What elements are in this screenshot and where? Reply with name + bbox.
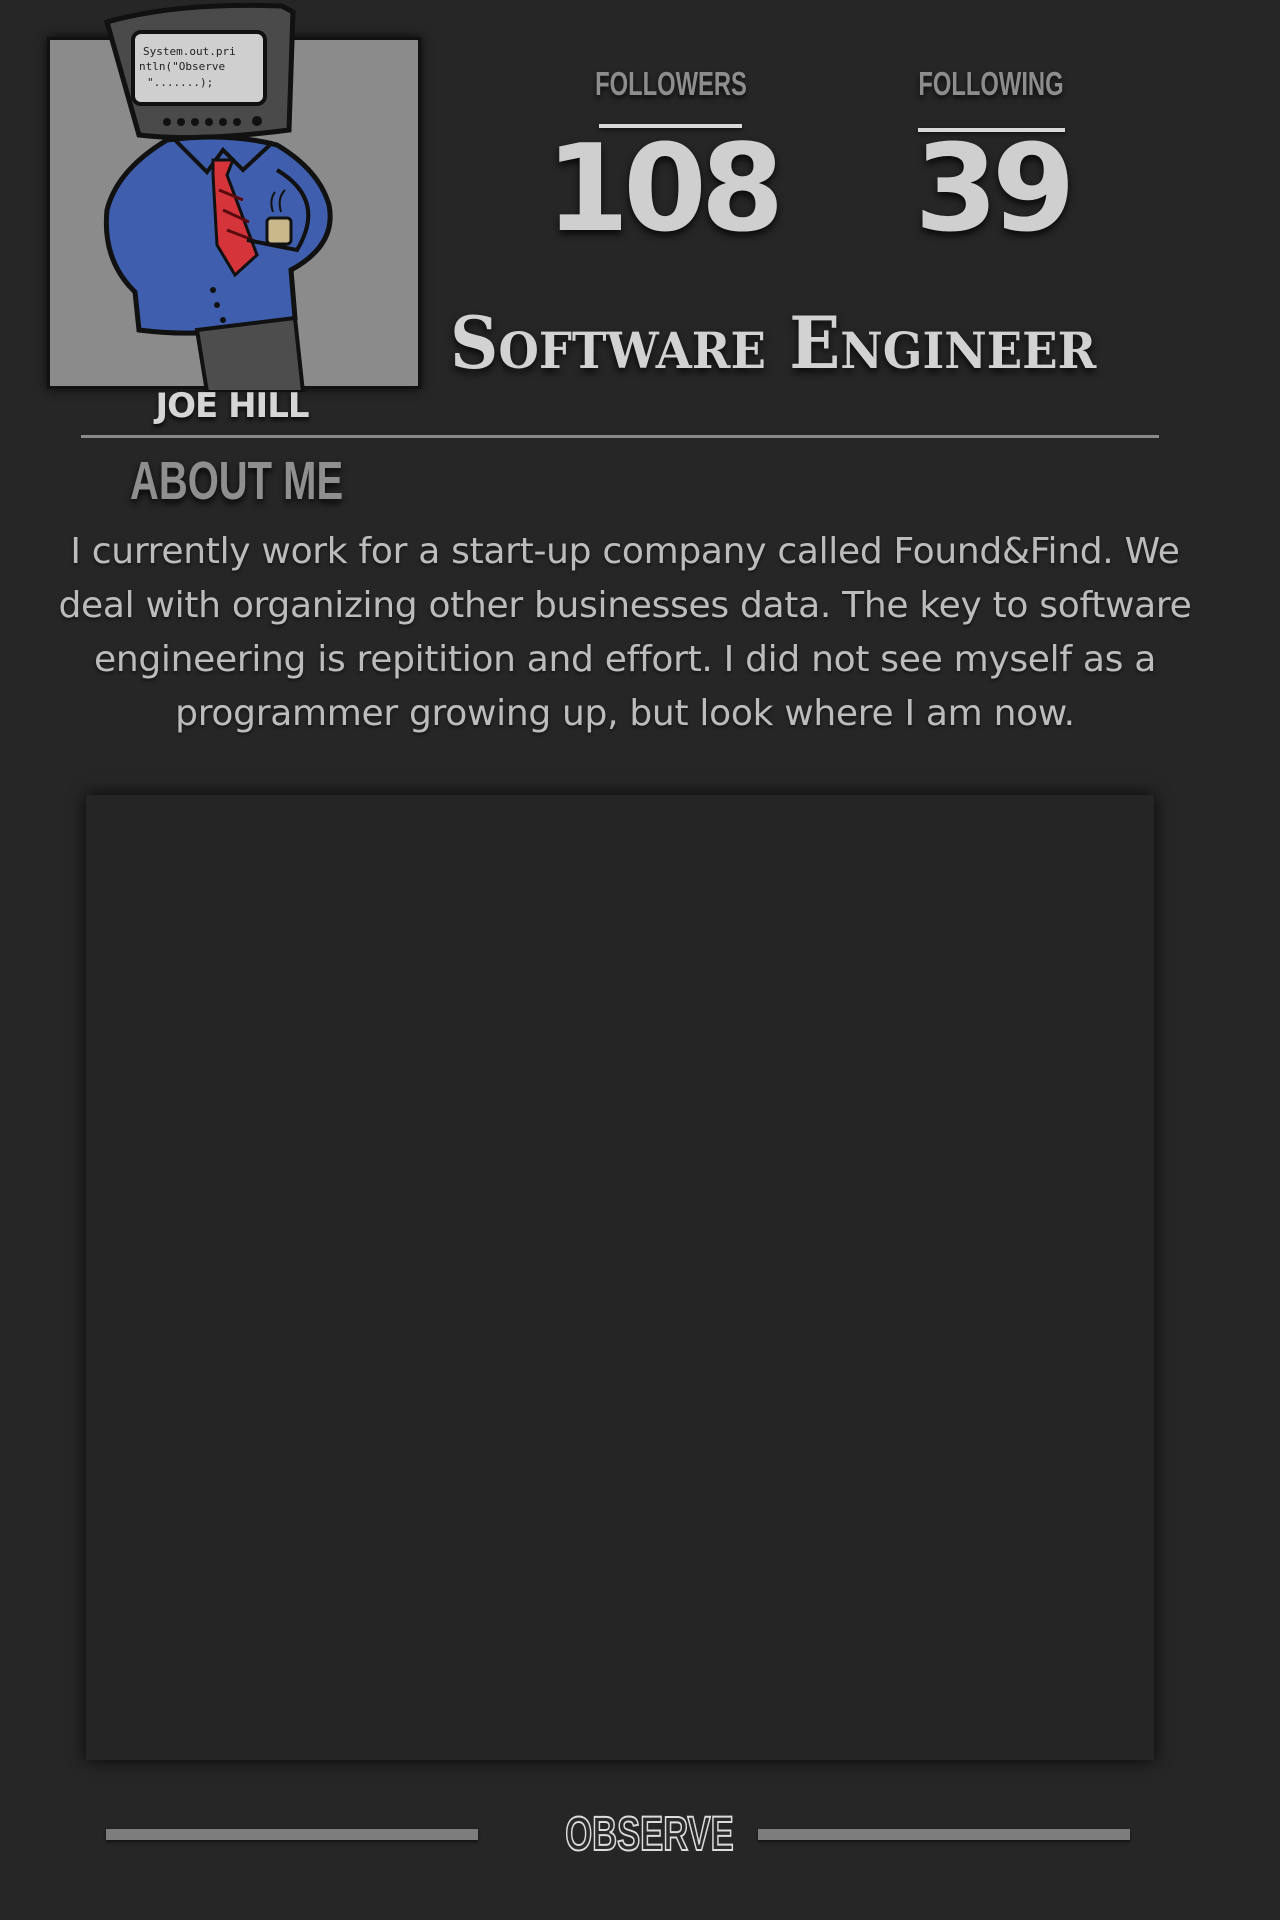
about-heading: ABOUT ME	[130, 451, 344, 511]
avatar-illustration: System.out.pri ntln("Observe ".......);	[103, 2, 333, 392]
observe-button[interactable]: OBSERVE	[565, 1809, 735, 1861]
avatar-screen-line: ".......);	[147, 76, 213, 89]
footer-bar-left	[106, 1829, 478, 1840]
avatar-screen-line: System.out.pri	[143, 45, 236, 58]
followers-label: FOLLOWERS	[595, 65, 747, 102]
avatar-screen-line: ntln("Observe	[139, 60, 225, 73]
content-panel	[86, 795, 1154, 1760]
about-text: I currently work for a start-up company …	[58, 531, 1192, 734]
followers-count[interactable]: 108	[532, 130, 792, 250]
profile-name: JOE HILL	[155, 386, 309, 426]
footer-bar-right	[758, 1829, 1130, 1840]
avatar: System.out.pri ntln("Observe ".......);	[47, 2, 421, 392]
following-label: FOLLOWING	[918, 65, 1064, 102]
job-title: Software Engineer	[450, 300, 1097, 385]
following-count[interactable]: 39	[862, 130, 1122, 250]
divider	[81, 435, 1159, 438]
